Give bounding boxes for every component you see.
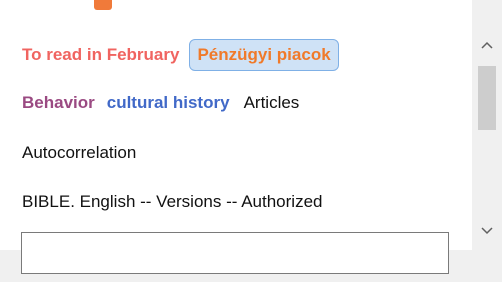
cut-off-row: [0, 0, 472, 28]
tag-articles[interactable]: Articles: [244, 89, 300, 117]
tag-penzugyi-piacok-selected[interactable]: Pénzügyi piacok: [189, 39, 339, 71]
tag-to-read-in-february[interactable]: To read in February: [22, 41, 179, 69]
tag-behavior[interactable]: Behavior: [22, 89, 95, 117]
tag-row: Behavior cultural history Articles: [22, 89, 299, 117]
item-type-icon: [94, 0, 112, 10]
tag-bible-english-versions-authorized[interactable]: BIBLE. English -- Versions -- Authorized: [22, 188, 322, 216]
tag-autocorrelation[interactable]: Autocorrelation: [22, 139, 136, 167]
tag-row: BIBLE. English -- Versions -- Authorized: [22, 188, 322, 216]
tag-row: To read in February Pénzügyi piacok: [22, 37, 339, 73]
vertical-scrollbar[interactable]: [472, 28, 502, 250]
scrollbar-thumb[interactable]: [478, 66, 496, 130]
tag-row: Autocorrelation: [22, 139, 136, 167]
tag-cultural-history[interactable]: cultural history: [107, 89, 230, 117]
tag-filter-input[interactable]: [21, 232, 449, 274]
chevron-down-icon[interactable]: [472, 220, 502, 242]
tag-selector-list: To read in February Pénzügyi piacok Beha…: [0, 28, 472, 250]
chevron-up-icon[interactable]: [472, 34, 502, 56]
